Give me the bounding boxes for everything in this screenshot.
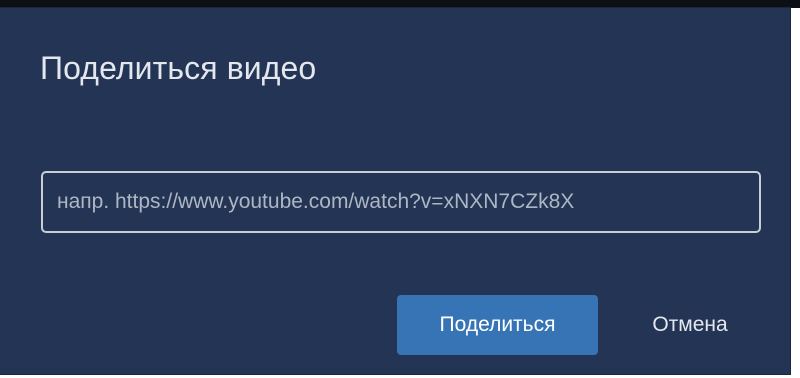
share-video-dialog: Поделиться видео Поделиться Отмена	[0, 8, 790, 374]
window-top-edge	[0, 0, 800, 8]
dialog-title: Поделиться видео	[40, 50, 317, 86]
video-url-input[interactable]	[41, 171, 761, 233]
cancel-button[interactable]: Отмена	[625, 295, 755, 355]
share-button[interactable]: Поделиться	[397, 295, 598, 355]
